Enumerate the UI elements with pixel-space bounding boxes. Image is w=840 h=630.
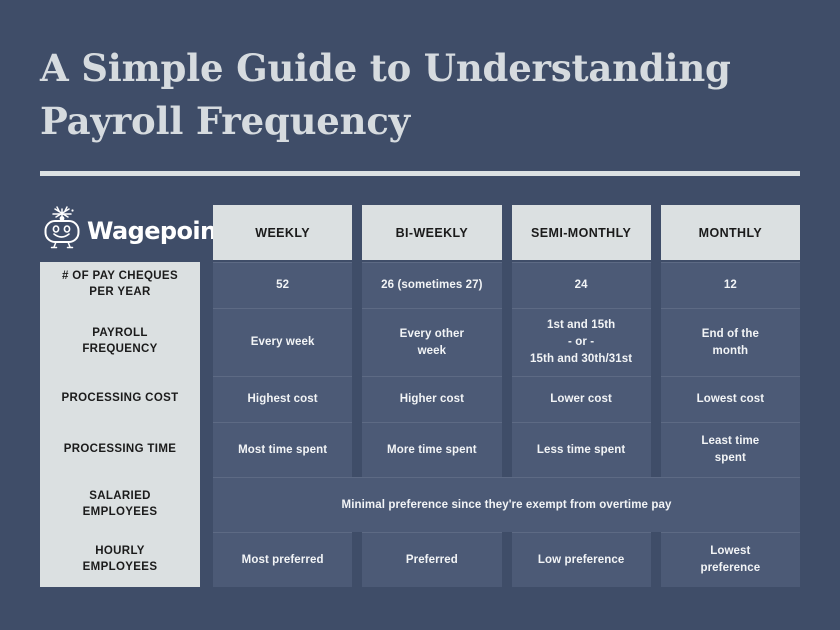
cell-text: Most time spent <box>238 443 328 456</box>
row-cells: Most preferred Preferred Low preference … <box>213 532 800 587</box>
table-cell: Lower cost <box>511 376 651 422</box>
cell-text: Every other week <box>399 327 465 357</box>
table-cell: Every other week <box>362 308 502 376</box>
column-header-label: SEMI-MONTHLY <box>531 225 632 240</box>
page-title: A Simple Guide to Understanding Payroll … <box>40 46 731 143</box>
table-cell: Most preferred <box>213 532 353 587</box>
table-row: # OF PAY CHEQUES PER YEAR 52 26 (sometim… <box>40 262 800 308</box>
column-header-weekly: WEEKLY <box>213 205 353 260</box>
cell-text: Least time spent <box>701 435 760 464</box>
table-cell: 26 (sometimes 27) <box>362 262 502 308</box>
cell-text: Minimal preference since they're exempt … <box>341 498 672 511</box>
column-header-label: WEEKLY <box>255 225 310 240</box>
cell-text: 24 <box>574 279 588 292</box>
row-label-text: PAYROLL FREQUENCY <box>82 327 158 355</box>
cell-text: More time spent <box>387 443 477 456</box>
cell-text: Preferred <box>405 553 458 566</box>
table-cell: 1st and 15th - or - 15th and 30th/31st <box>511 308 651 376</box>
column-header-semi-monthly: SEMI-MONTHLY <box>511 205 651 260</box>
table-cell: 24 <box>511 262 651 308</box>
row-label-text: SALARIED EMPLOYEES <box>82 489 158 518</box>
table-cell: Low preference <box>511 532 651 587</box>
infographic-page: A Simple Guide to Understanding Payroll … <box>0 0 840 630</box>
table-cell: Least time spent <box>660 422 800 477</box>
row-label-pay-cheques-per-year: # OF PAY CHEQUES PER YEAR <box>40 262 200 308</box>
table-header-row: WEEKLY BI-WEEKLY SEMI-MONTHLY MONTHLY <box>40 205 800 260</box>
table-cell: Most time spent <box>213 422 353 477</box>
row-cells: Every week Every other week 1st and 15th… <box>213 308 800 376</box>
table-row: HOURLY EMPLOYEES Most preferred Preferre… <box>40 532 800 587</box>
table-cell: More time spent <box>362 422 502 477</box>
column-header-bi-weekly: BI-WEEKLY <box>362 205 502 260</box>
cell-text: 12 <box>723 279 737 292</box>
title-divider <box>40 171 800 176</box>
row-cells: Highest cost Higher cost Lower cost Lowe… <box>213 376 800 422</box>
row-label-salaried-employees: SALARIED EMPLOYEES <box>40 477 200 532</box>
row-label-text: HOURLY EMPLOYEES <box>82 544 158 573</box>
table-cell: End of the month <box>660 308 800 376</box>
table-row: SALARIED EMPLOYEES Minimal preference si… <box>40 477 800 532</box>
row-cells: Most time spent More time spent Less tim… <box>213 422 800 477</box>
header-corner-spacer <box>40 205 200 260</box>
table-cell: 12 <box>660 262 800 308</box>
table-cell: Lowest cost <box>660 376 800 422</box>
column-header-label: BI-WEEKLY <box>395 225 469 240</box>
cell-text: Less time spent <box>536 443 626 456</box>
table-cell: 52 <box>213 262 353 308</box>
cell-text: Lower cost <box>550 393 612 406</box>
cell-text: Higher cost <box>399 393 465 406</box>
column-header-label: MONTHLY <box>698 225 763 240</box>
table-row: PAYROLL FREQUENCY Every week Every other… <box>40 308 800 376</box>
table-row: PROCESSING COST Highest cost Higher cost… <box>40 376 800 422</box>
row-label-text: PROCESSING TIME <box>63 442 177 455</box>
row-label-payroll-frequency: PAYROLL FREQUENCY <box>40 308 200 376</box>
payroll-frequency-table: WEEKLY BI-WEEKLY SEMI-MONTHLY MONTHLY # … <box>40 205 800 587</box>
table-cell: Less time spent <box>511 422 651 477</box>
row-cells: 52 26 (sometimes 27) 24 12 <box>213 262 800 308</box>
table-cell: Highest cost <box>213 376 353 422</box>
cell-text: 52 <box>276 279 290 292</box>
cell-text: Low preference <box>537 553 625 566</box>
cell-text: Highest cost <box>247 393 318 406</box>
cell-text: Lowest cost <box>696 393 765 406</box>
table-cell: Higher cost <box>362 376 502 422</box>
title-block: A Simple Guide to Understanding Payroll … <box>40 42 802 147</box>
cell-text: Every week <box>250 336 315 349</box>
row-label-hourly-employees: HOURLY EMPLOYEES <box>40 532 200 587</box>
row-label-processing-cost: PROCESSING COST <box>40 376 200 422</box>
row-label-text: PROCESSING COST <box>61 392 179 405</box>
cell-text: Lowest preference <box>700 545 761 574</box>
column-header-monthly: MONTHLY <box>660 205 800 260</box>
row-label-text: # OF PAY CHEQUES PER YEAR <box>62 270 178 298</box>
row-cells: Minimal preference since they're exempt … <box>213 477 800 532</box>
table-cell: Lowest preference <box>660 532 800 587</box>
cell-text: Most preferred <box>241 553 324 566</box>
cell-text: End of the month <box>701 327 759 357</box>
table-cell: Every week <box>213 308 353 376</box>
cell-text: 26 (sometimes 27) <box>381 279 483 292</box>
table-row: PROCESSING TIME Most time spent More tim… <box>40 422 800 477</box>
table-cell-merged: Minimal preference since they're exempt … <box>213 477 800 532</box>
cell-text: 1st and 15th - or - 15th and 30th/31st <box>530 319 633 365</box>
table-cell: Preferred <box>362 532 502 587</box>
row-label-processing-time: PROCESSING TIME <box>40 422 200 477</box>
